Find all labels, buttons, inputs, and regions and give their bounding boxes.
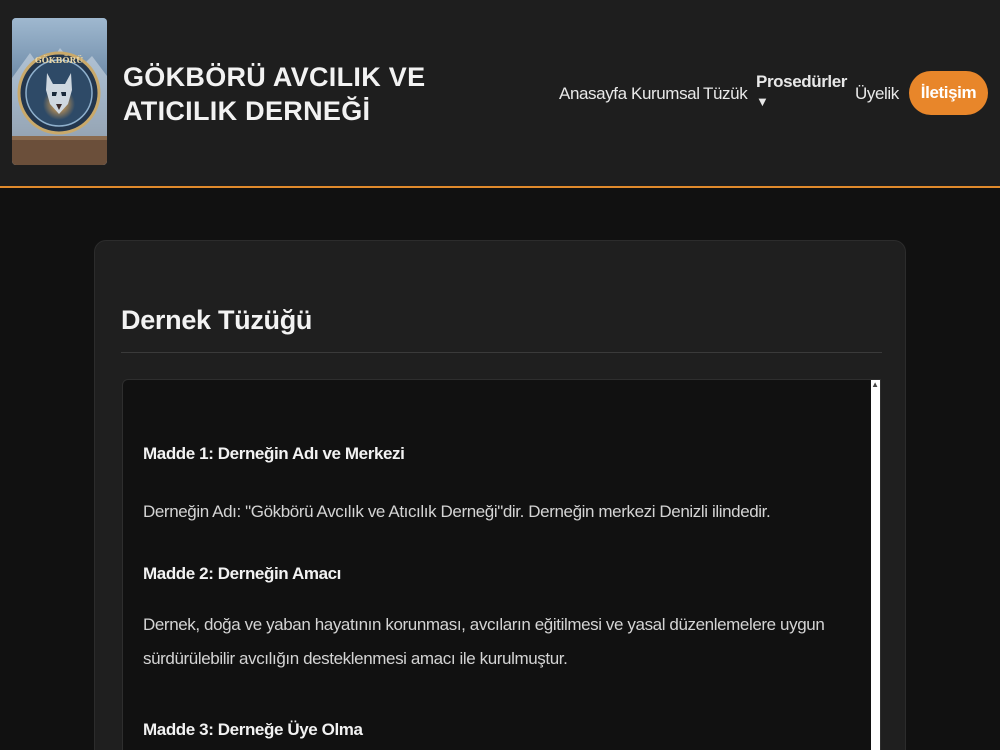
statute-document-frame[interactable]: Madde 1: Derneğin Adı ve Merkezi Derneği…	[122, 379, 881, 750]
nav-membership[interactable]: Üyelik	[855, 84, 899, 104]
title-divider	[121, 352, 882, 353]
article-3-heading: Madde 3: Derneğe Üye Olma	[143, 720, 363, 739]
scroll-up-arrow-icon[interactable]: ▲	[871, 380, 879, 389]
site-header: GÖKBÖRÜ GÖKBÖRÜ AVCILIK VE ATICILIK DERN…	[0, 0, 1000, 188]
site-title[interactable]: GÖKBÖRÜ AVCILIK VE ATICILIK DERNEĞİ	[123, 60, 513, 128]
logo-wolf-emblem[interactable]: GÖKBÖRÜ	[12, 18, 107, 165]
article-1-heading: Madde 1: Derneğin Adı ve Merkezi	[143, 444, 405, 463]
page-title: Dernek Tüzüğü	[121, 305, 313, 335]
nav-statute[interactable]: Tüzük	[703, 84, 748, 104]
contact-button[interactable]: İletişim	[909, 71, 988, 115]
content-card: Dernek Tüzüğü Madde 1: Derneğin Adı ve M…	[94, 240, 906, 750]
article-2-body: Dernek, doğa ve yaban hayatının korunmas…	[143, 615, 825, 668]
nav-procedures-label: Prosedürler	[756, 72, 848, 91]
article-2-heading: Madde 2: Derneğin Amacı	[143, 564, 341, 583]
document-scrollbar[interactable]: ▲	[871, 380, 880, 750]
nav-home[interactable]: Anasayfa	[559, 84, 627, 104]
nav-procedures-dropdown[interactable]: Prosedürler ▼	[756, 72, 847, 109]
nav-corporate[interactable]: Kurumsal	[631, 84, 700, 104]
logo-text: GÖKBÖRÜ	[35, 55, 83, 65]
dropdown-arrow-icon: ▼	[756, 94, 769, 109]
article-1-body: Derneğin Adı: "Gökbörü Avcılık ve Atıcıl…	[143, 502, 771, 521]
